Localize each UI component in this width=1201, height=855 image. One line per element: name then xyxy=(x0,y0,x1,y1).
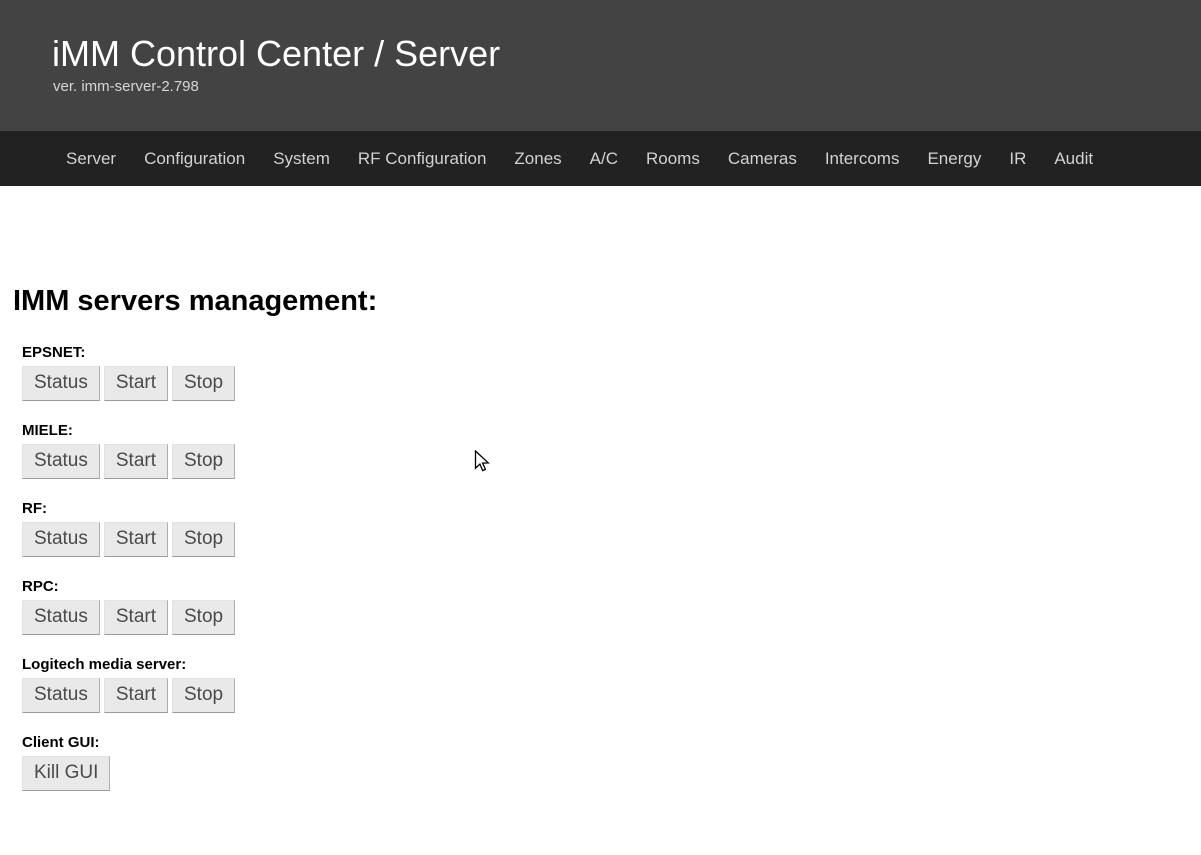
start-button-miele[interactable]: Start xyxy=(103,444,168,479)
nav-item-zones[interactable]: Zones xyxy=(502,143,573,175)
start-button-rf[interactable]: Start xyxy=(103,522,168,557)
button-row-rpc: Status Start Stop xyxy=(22,600,600,635)
page-title: IMM servers management: xyxy=(13,285,378,317)
service-label-rpc: RPC: xyxy=(22,578,59,595)
status-button-rpc[interactable]: Status xyxy=(22,600,100,635)
service-group-epsnet: EPSNET: Status Start Stop xyxy=(0,344,600,401)
services-list: EPSNET: Status Start Stop MIELE: Status Start S… xyxy=(0,344,600,812)
button-row-miele: Status Start Stop xyxy=(22,444,600,479)
nav-item-a-c[interactable]: A/C xyxy=(578,143,630,175)
service-label-miele: MIELE: xyxy=(22,422,73,439)
status-button-miele[interactable]: Status xyxy=(22,444,100,479)
nav-item-audit[interactable]: Audit xyxy=(1042,143,1105,175)
stop-button-miele[interactable]: Stop xyxy=(172,444,236,479)
service-label-client-gui: Client GUI: xyxy=(22,734,100,751)
start-button-logitech-media-server[interactable]: Start xyxy=(103,678,168,713)
page-title-heading: iMM Control Center / Server xyxy=(52,33,501,74)
service-label-epsnet: EPSNET: xyxy=(22,344,86,361)
service-group-rpc: RPC: Status Start Stop xyxy=(0,578,600,635)
status-button-logitech-media-server[interactable]: Status xyxy=(22,678,100,713)
service-label-logitech-media-server: Logitech media server: xyxy=(22,656,187,673)
button-row-epsnet: Status Start Stop xyxy=(22,366,600,401)
nav-item-rooms[interactable]: Rooms xyxy=(634,143,712,175)
service-group-client-gui: Client GUI: Kill GUI xyxy=(0,734,600,791)
button-row-client-gui: Kill GUI xyxy=(22,756,600,791)
button-row-rf: Status Start Stop xyxy=(22,522,600,557)
nav-item-energy[interactable]: Energy xyxy=(915,143,993,175)
nav-item-cameras[interactable]: Cameras xyxy=(716,143,809,175)
service-group-rf: RF: Status Start Stop xyxy=(0,500,600,557)
main-navigation: Server Configuration System RF Configuratio… xyxy=(0,131,1201,186)
app-version-label: ver. imm-server-2.798 xyxy=(53,78,199,95)
service-label-rf: RF: xyxy=(22,500,47,517)
service-group-logitech-media-server: Logitech media server: Status Start Stop xyxy=(0,656,600,713)
stop-button-logitech-media-server[interactable]: Stop xyxy=(172,678,236,713)
app-header: iMM Control Center / Server ver. imm-ser… xyxy=(0,0,1201,131)
nav-item-intercoms[interactable]: Intercoms xyxy=(813,143,912,175)
kill-gui-button-client-gui[interactable]: Kill GUI xyxy=(22,756,111,791)
service-group-miele: MIELE: Status Start Stop xyxy=(0,422,600,479)
button-row-logitech-media-server: Status Start Stop xyxy=(22,678,600,713)
status-button-rf[interactable]: Status xyxy=(22,522,100,557)
start-button-epsnet[interactable]: Start xyxy=(103,366,168,401)
stop-button-epsnet[interactable]: Stop xyxy=(172,366,236,401)
nav-item-configuration[interactable]: Configuration xyxy=(132,143,257,175)
start-button-rpc[interactable]: Start xyxy=(103,600,168,635)
nav-item-rf-configuration[interactable]: RF Configuration xyxy=(346,143,499,175)
stop-button-rf[interactable]: Stop xyxy=(172,522,236,557)
nav-item-server[interactable]: Server xyxy=(54,143,128,175)
status-button-epsnet[interactable]: Status xyxy=(22,366,100,401)
nav-item-ir[interactable]: IR xyxy=(997,143,1038,175)
stop-button-rpc[interactable]: Stop xyxy=(172,600,236,635)
nav-item-system[interactable]: System xyxy=(261,143,342,175)
